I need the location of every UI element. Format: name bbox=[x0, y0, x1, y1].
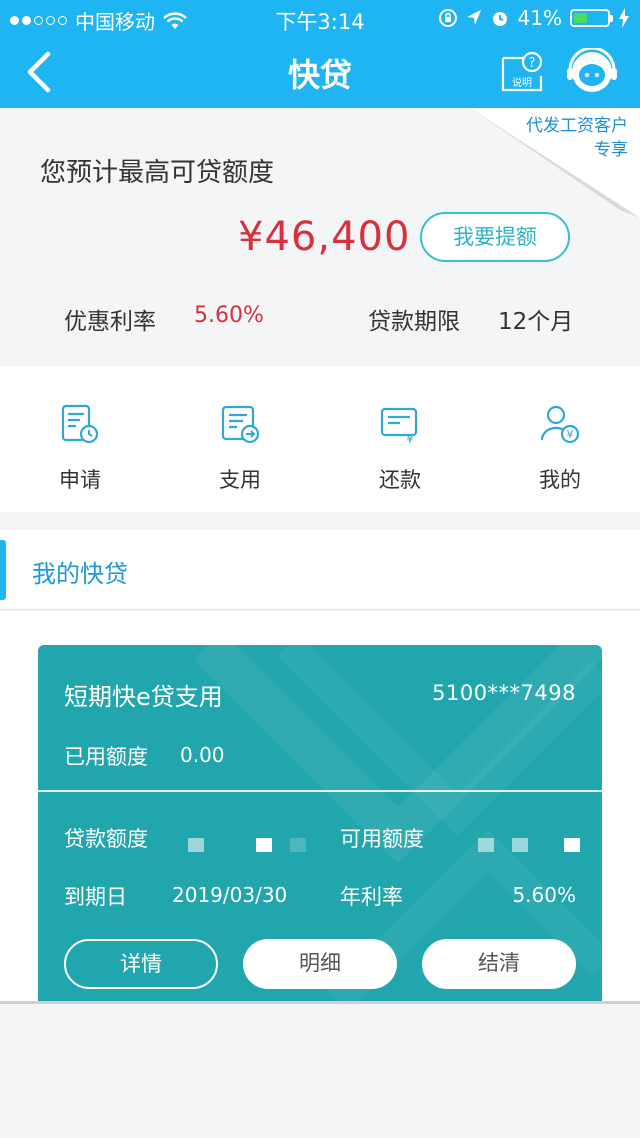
battery-icon bbox=[570, 9, 613, 27]
apply-icon bbox=[61, 404, 99, 444]
corner-label: 代发工资客户 专享 bbox=[526, 116, 628, 160]
top-bar: 中国移动 下午3:14 41% 快贷 ? 说明 bbox=[0, 0, 640, 108]
masked-value bbox=[512, 838, 528, 852]
loan-card[interactable]: 短期快e贷支用 5100***7498 已用额度 0.00 贷款额度 可用额度 … bbox=[38, 645, 602, 1001]
status-bar: 中国移动 下午3:14 41% bbox=[0, 0, 640, 36]
details-button[interactable]: 详情 bbox=[64, 939, 218, 989]
list-bottom-divider bbox=[0, 1001, 640, 1004]
credit-summary: 代发工资客户 专享 您预计最高可贷额度 ¥46,400 我要提额 优惠利率 5.… bbox=[0, 108, 640, 366]
svg-text:?: ? bbox=[529, 56, 536, 71]
customer-service-icon[interactable] bbox=[566, 48, 618, 96]
action-apply[interactable]: 申请 bbox=[0, 366, 160, 512]
action-repay[interactable]: ¥ 还款 bbox=[320, 366, 480, 512]
masked-value bbox=[478, 838, 494, 852]
used-value: 0.00 bbox=[180, 743, 225, 767]
card-account: 5100***7498 bbox=[432, 681, 576, 705]
location-icon bbox=[466, 10, 481, 25]
statement-button[interactable]: 明细 bbox=[243, 939, 397, 989]
battery-fill bbox=[574, 13, 587, 23]
card-divider bbox=[38, 790, 602, 792]
repay-icon: ¥ bbox=[380, 407, 418, 446]
charging-icon bbox=[619, 8, 629, 28]
battery-percent: 41% bbox=[517, 6, 562, 30]
settle-button[interactable]: 结清 bbox=[422, 939, 576, 989]
withdraw-icon bbox=[221, 405, 260, 444]
section-title: 我的快贷 bbox=[32, 560, 128, 588]
action-label: 我的 bbox=[539, 468, 581, 492]
action-withdraw[interactable]: 支用 bbox=[160, 366, 320, 512]
masked-value bbox=[188, 838, 204, 852]
quick-actions: 申请 支用 ¥ 还款 ¥ 我的 bbox=[0, 366, 640, 512]
raise-limit-button[interactable]: 我要提额 bbox=[420, 212, 570, 262]
nav-bar: 快贷 ? 说明 bbox=[0, 36, 640, 108]
action-label: 支用 bbox=[219, 468, 261, 492]
masked-value bbox=[290, 838, 306, 852]
alarm-icon bbox=[492, 12, 507, 26]
due-date-label: 到期日 bbox=[64, 885, 127, 909]
masked-value bbox=[256, 838, 272, 852]
rate-value: 5.60% bbox=[194, 303, 264, 328]
rate-label: 优惠利率 bbox=[64, 309, 156, 335]
help-label: 说明 bbox=[512, 76, 532, 89]
svg-text:¥: ¥ bbox=[567, 428, 574, 441]
annual-rate-label: 年利率 bbox=[340, 885, 403, 909]
credit-title: 您预计最高可贷额度 bbox=[40, 158, 275, 188]
section-accent-bar bbox=[0, 540, 6, 600]
rotation-lock-icon bbox=[438, 9, 457, 27]
due-date-value: 2019/03/30 bbox=[172, 883, 288, 907]
help-icon[interactable]: ? 说明 bbox=[500, 50, 544, 92]
action-label: 申请 bbox=[59, 468, 101, 492]
available-label: 可用额度 bbox=[340, 827, 424, 851]
svg-text:¥: ¥ bbox=[406, 432, 414, 446]
masked-value bbox=[564, 838, 580, 852]
mine-icon: ¥ bbox=[540, 405, 580, 444]
annual-rate-value: 5.60% bbox=[512, 883, 576, 907]
my-loans-header: 我的快贷 bbox=[0, 530, 640, 610]
credit-amount: ¥46,400 bbox=[238, 214, 411, 260]
action-label: 还款 bbox=[379, 468, 421, 492]
page-title: 快贷 bbox=[287, 56, 352, 94]
card-title: 短期快e贷支用 bbox=[64, 683, 223, 711]
action-mine[interactable]: ¥ 我的 bbox=[480, 366, 640, 512]
term-value: 12个月 bbox=[498, 309, 574, 335]
loan-amount-label: 贷款额度 bbox=[64, 827, 148, 851]
term-label: 贷款期限 bbox=[368, 309, 460, 335]
used-label: 已用额度 bbox=[64, 745, 148, 769]
